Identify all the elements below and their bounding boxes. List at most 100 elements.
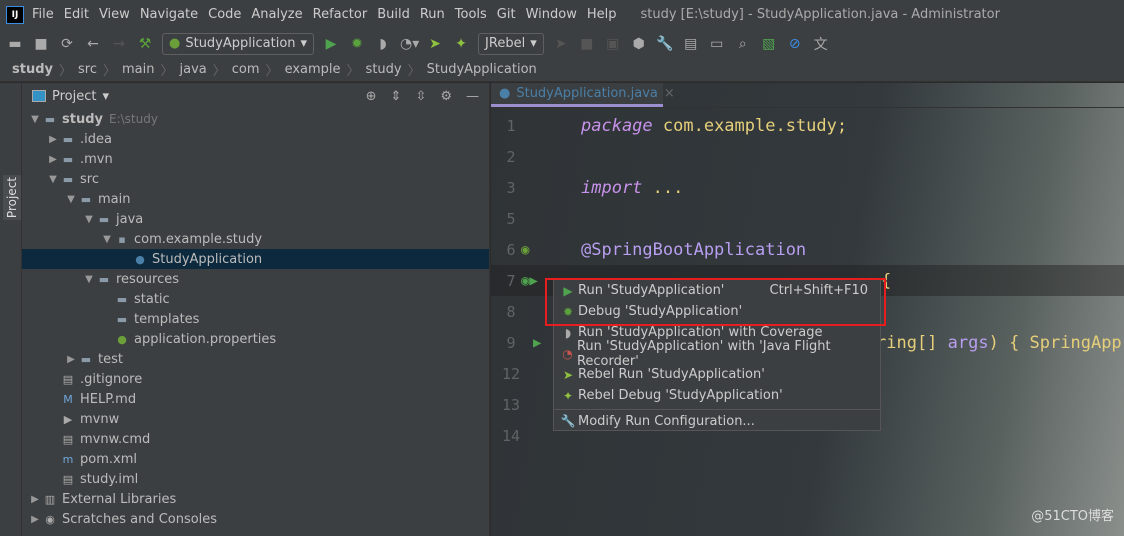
deploy-icon[interactable]: ⬢ [630,36,648,52]
build-hammer-icon[interactable]: ⚒ [136,36,154,52]
close-icon[interactable]: × [664,86,675,101]
chevron-down-icon[interactable]: ▼ [46,174,60,185]
code-text: ring[] args) { SpringApp [876,333,1122,353]
chevron-down-icon[interactable]: ▼ [82,214,96,225]
breadcrumb-item[interactable]: com [232,62,260,77]
code-line: 5 [491,203,1124,234]
folder-icon: ▬ [62,152,74,166]
spring-bean-gutter-icon[interactable]: ◉ [521,242,529,258]
expand-all-icon[interactable]: ⇕ [391,89,402,104]
tree-item[interactable]: ▤ study.iml [22,469,489,489]
search-icon[interactable]: ⌕ [734,36,752,52]
breadcrumb-item[interactable]: StudyApplication [427,62,537,77]
jrebel-select[interactable]: JRebel ▾ [478,32,544,55]
menu-tools[interactable]: Tools [455,7,487,22]
tree-item[interactable]: ▶ ◉ Scratches and Consoles [22,509,489,529]
terminal-icon[interactable]: ▭ [708,36,726,52]
tree-item[interactable]: ▼ ▬ src [22,169,489,189]
menu-analyze[interactable]: Analyze [251,7,302,22]
tree-item[interactable]: ▼ ▬ java [22,209,489,229]
chevron-right-icon[interactable]: ▶ [46,134,60,145]
chevron-down-icon[interactable]: ▾ [102,89,109,104]
menu-edit[interactable]: Edit [64,7,89,22]
tree-item[interactable]: ▼ ▬ resources [22,269,489,289]
breadcrumb-item[interactable]: study [366,62,402,77]
run-gutter-icon[interactable]: ▶ [533,335,541,351]
menubar: IJ File Edit View Navigate Code Analyze Refact… [0,0,1124,29]
tree-item[interactable]: ▶ ▬ .idea [22,129,489,149]
debug-icon[interactable]: ✹ [348,36,366,52]
tree-item[interactable]: ● application.properties [22,329,489,349]
tree-item[interactable]: m pom.xml [22,449,489,469]
run-gutter-icon[interactable]: ◉▶ [521,273,538,289]
project-side-tab[interactable]: Project [3,175,21,221]
chevron-down-icon[interactable]: ▼ [28,114,42,125]
open-folder-icon[interactable]: ▬ [6,36,24,52]
tree-item[interactable]: M HELP.md [22,389,489,409]
breadcrumb-item[interactable]: src [78,62,97,77]
tree-item[interactable]: ▶ mvnw [22,409,489,429]
menu-refactor[interactable]: Refactor [313,7,368,22]
chevron-down-icon[interactable]: ▼ [64,194,78,205]
gear-icon[interactable]: ⚙ [440,89,452,104]
menu-git[interactable]: Git [497,7,516,22]
menu-file[interactable]: File [32,7,54,22]
minimize-icon[interactable]: — [466,89,479,104]
menu-build[interactable]: Build [377,7,410,22]
menu-code[interactable]: Code [208,7,241,22]
tree-item[interactable]: ▶ ▬ test [22,349,489,369]
popup-item-rebel-debug[interactable]: ✦ Rebel Debug 'StudyApplication' [554,385,880,406]
back-icon[interactable]: ← [84,36,102,52]
locate-icon[interactable]: ⊕ [366,89,377,104]
settings-wrench-icon[interactable]: 🔧 [656,36,674,52]
project-structure-icon[interactable]: ▤ [682,36,700,52]
run-config-select[interactable]: ● StudyApplication ▾ [162,32,315,55]
breadcrumb-item[interactable]: main [122,62,154,77]
chevron-down-icon[interactable]: ▼ [100,234,114,245]
coverage-icon[interactable]: ◗ [374,36,392,52]
menu-view[interactable]: View [99,7,130,22]
tree-item[interactable]: ● StudyApplication [22,249,489,269]
tree-item[interactable]: ▼ ▪ com.example.study [22,229,489,249]
no-entry-icon[interactable]: ⊘ [786,36,804,52]
translate-icon[interactable]: 文 [812,34,830,54]
folder-icon: ▬ [80,352,92,366]
line-number: 8 [506,302,516,321]
menu-window[interactable]: Window [526,7,577,22]
tab-studyapplication-java[interactable]: ● StudyApplication.java × [491,83,675,107]
rebel-debug-icon[interactable]: ✦ [452,36,470,52]
menu-run[interactable]: Run [420,7,445,22]
chevron-right-icon[interactable]: ▶ [28,494,42,505]
popup-item-wrench[interactable]: 🔧 Modify Run Configuration... [554,409,880,430]
breadcrumb-item[interactable]: java [180,62,207,77]
rebel-run-icon[interactable]: ➤ [426,36,444,52]
menu-navigate[interactable]: Navigate [140,7,198,22]
popup-item-profiler[interactable]: ◔ Run 'StudyApplication' with 'Java Fligh… [554,339,880,369]
collapse-all-icon[interactable]: ⇳ [415,89,426,104]
tree-item[interactable]: ▼ ▬ main [22,189,489,209]
tree-item[interactable]: ▤ .gitignore [22,369,489,389]
save-icon[interactable]: ■ [32,36,50,52]
breadcrumb-item[interactable]: study [12,62,53,77]
tree-item[interactable]: ▶ ▬ .mvn [22,149,489,169]
run-icon[interactable]: ▶ [322,36,340,52]
tree-item[interactable]: ▬ static [22,289,489,309]
tree-item[interactable]: ▼ ▬ study E:\study [22,109,489,129]
file-icon: ▤ [62,432,74,446]
sync-icon[interactable]: ⟳ [58,36,76,52]
forward-icon[interactable]: → [110,36,128,52]
tree-item[interactable]: ▶ ▥ External Libraries [22,489,489,509]
attach-icon[interactable]: ▣ [604,36,622,52]
chevron-down-icon[interactable]: ▼ [82,274,96,285]
chevron-right-icon[interactable]: ▶ [64,354,78,365]
tree-item-label: .mvn [80,151,113,167]
breadcrumb-item[interactable]: example [285,62,341,77]
tree-item[interactable]: ▬ templates [22,309,489,329]
project-title[interactable]: Project [52,89,96,104]
menu-help[interactable]: Help [587,7,617,22]
chevron-right-icon[interactable]: ▶ [28,514,42,525]
chevron-right-icon[interactable]: ▶ [46,154,60,165]
tree-item[interactable]: ▤ mvnw.cmd [22,429,489,449]
profiler-icon[interactable]: ◔▾ [400,36,419,52]
monitor-icon[interactable]: ▧ [760,36,778,52]
